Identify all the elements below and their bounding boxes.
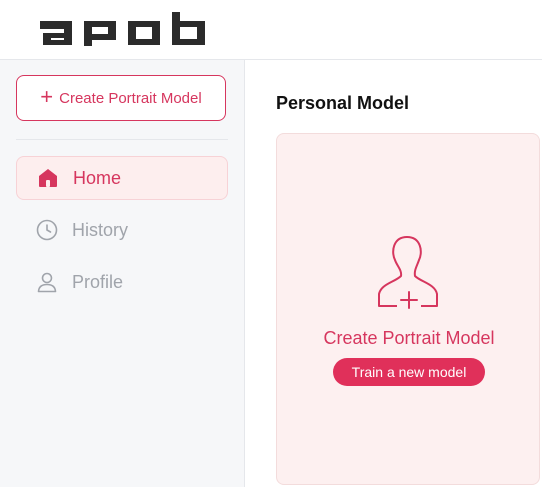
sidebar-item-label: Home (73, 167, 122, 188)
sidebar-item-history[interactable]: History (16, 208, 228, 252)
clock-icon (36, 219, 58, 241)
portrait-add-icon (373, 232, 443, 317)
apob-logo[interactable] (40, 12, 206, 53)
create-model-card[interactable]: Create Portrait Model Train a new model (276, 133, 540, 485)
main-content: Personal Model Create Portrait Model Tra… (245, 60, 542, 487)
create-portrait-model-button[interactable]: + Create Portrait Model (16, 75, 226, 121)
home-icon (37, 167, 59, 189)
sidebar-divider (16, 139, 228, 140)
plus-icon: + (40, 84, 54, 109)
sidebar-item-label: History (72, 219, 129, 240)
sidebar-item-profile[interactable]: Profile (16, 260, 228, 304)
sidebar-item-label: Profile (72, 271, 124, 292)
sidebar: + Create Portrait Model Home History Pro… (0, 60, 245, 487)
user-icon (36, 271, 58, 293)
section-title: Personal Model (276, 93, 410, 113)
sidebar-item-home[interactable]: Home (16, 156, 228, 200)
train-new-model-button[interactable]: Train a new model (333, 358, 485, 386)
card-title: Create Portrait Model (323, 328, 495, 348)
top-bar (0, 0, 542, 60)
create-button-label: Create Portrait Model (59, 89, 202, 107)
